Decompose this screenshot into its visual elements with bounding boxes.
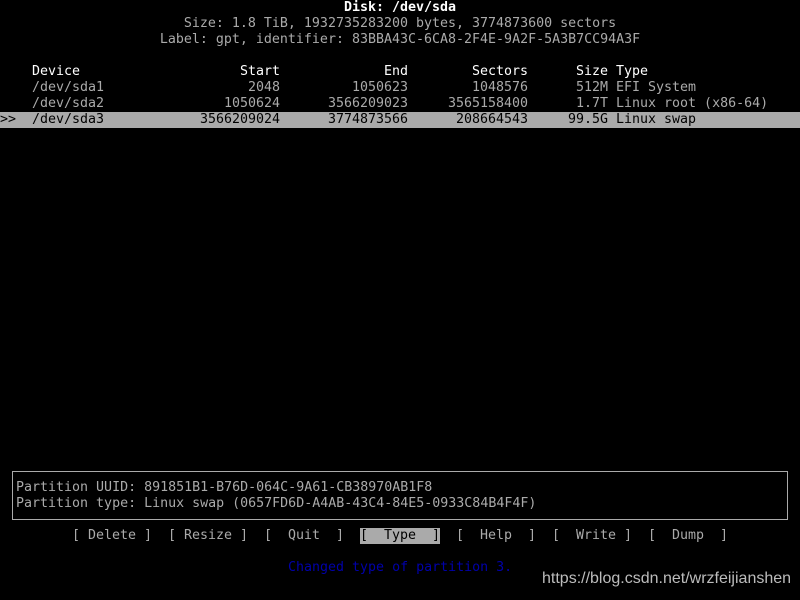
end: 3566209023 — [327, 96, 408, 111]
watermark: https://blog.csdn.net/wrzfeijianshen — [542, 570, 792, 587]
col-type: Type — [616, 64, 649, 79]
type: Linux swap — [616, 112, 697, 127]
selection-marker: >> — [0, 112, 17, 127]
sectors: 1048576 — [471, 80, 528, 95]
status-message: Changed type of partition 3. — [288, 560, 513, 575]
end: 3774873566 — [327, 112, 408, 127]
col-size: Size — [575, 64, 608, 79]
end: 1050623 — [351, 80, 408, 95]
write-button[interactable]: [ Write ] — [552, 528, 632, 544]
col-device: Device — [32, 64, 81, 79]
col-end: End — [383, 64, 408, 79]
resize-button[interactable]: [ Resize ] — [168, 528, 248, 544]
delete-button[interactable]: [ Delete ] — [72, 528, 152, 544]
table-header: Device Start End Sectors Size Type — [0, 64, 800, 80]
col-sectors: Sectors — [471, 64, 528, 79]
sectors: 3565158400 — [447, 96, 528, 111]
disk-label: Label: gpt, identifier: 83BBA43C-6CA8-2F… — [159, 32, 641, 47]
table-row[interactable]: /dev/sda1 2048 1050623 1048576 512M EFI … — [0, 80, 800, 96]
start: 3566209024 — [199, 112, 280, 127]
start: 2048 — [247, 80, 280, 95]
table-row[interactable]: /dev/sda2 1050624 3566209023 3565158400 … — [0, 96, 800, 112]
device: /dev/sda2 — [32, 96, 105, 111]
sectors: 208664543 — [455, 112, 528, 127]
device: /dev/sda3 — [32, 112, 105, 127]
type: EFI System — [616, 80, 697, 95]
dump-button[interactable]: [ Dump ] — [648, 528, 728, 544]
device: /dev/sda1 — [32, 80, 105, 95]
disk-title: Disk: /dev/sda — [343, 0, 457, 15]
start: 1050624 — [223, 96, 280, 111]
size: 1.7T — [575, 96, 608, 111]
disk-size: Size: 1.8 TiB, 1932735283200 bytes, 3774… — [183, 16, 617, 31]
col-start: Start — [239, 64, 280, 79]
help-button[interactable]: [ Help ] — [456, 528, 536, 544]
type: Linux root (x86-64) — [616, 96, 769, 111]
table-row-selected[interactable]: >> /dev/sda3 3566209024 3774873566 20866… — [0, 112, 800, 128]
type-button[interactable]: [ Type ] — [360, 528, 441, 544]
partition-type: Partition type: Linux swap (0657FD6D-A4A… — [16, 496, 537, 511]
size: 512M — [575, 80, 608, 95]
partition-uuid: Partition UUID: 891851B1-B76D-064C-9A61-… — [16, 480, 433, 495]
size: 99.5G — [567, 112, 608, 127]
quit-button[interactable]: [ Quit ] — [264, 528, 344, 544]
